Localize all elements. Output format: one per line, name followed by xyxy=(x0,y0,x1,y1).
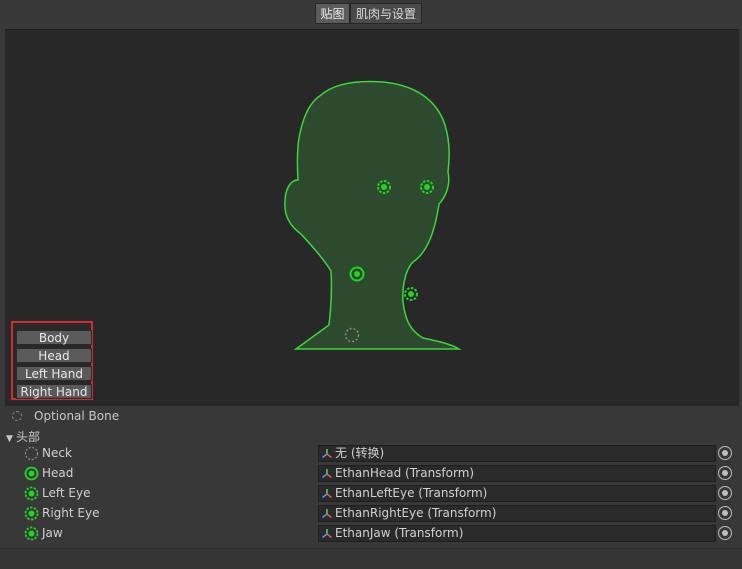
bone-name: Neck xyxy=(42,446,72,460)
object-picker-icon[interactable] xyxy=(718,486,732,500)
head-section-header[interactable]: ▼ 头部 xyxy=(6,428,40,444)
body-part-body-button[interactable]: Body xyxy=(16,330,92,345)
optional-bone-icon xyxy=(24,526,39,541)
optional-bone-icon xyxy=(24,506,39,521)
bone-transform-value: EthanRightEye (Transform) xyxy=(335,506,497,520)
object-picker-icon[interactable] xyxy=(718,446,732,460)
avatar-viewport: Body Head Left Hand Right Hand xyxy=(5,29,739,407)
object-picker-icon[interactable] xyxy=(718,466,732,480)
bone-transform-value: EthanJaw (Transform) xyxy=(335,526,464,540)
bone-name: Left Eye xyxy=(42,486,91,500)
empty-bone-icon xyxy=(24,446,39,461)
tab-muscles-settings[interactable]: 肌肉与设置 xyxy=(350,3,422,24)
required-bone-icon xyxy=(24,466,39,481)
object-picker-icon[interactable] xyxy=(718,526,732,540)
bone-transform-value: 无 (转换) xyxy=(335,446,385,460)
transform-icon xyxy=(322,509,332,519)
optional-bone-icon xyxy=(24,486,39,501)
jaw-marker[interactable] xyxy=(404,287,418,301)
bone-row-neck: Neck 无 (转换) xyxy=(0,444,742,464)
bone-row-left-eye: Left Eye EthanLeftEye (Transform) xyxy=(0,484,742,504)
tab-mapping[interactable]: 贴图 xyxy=(315,3,350,24)
bone-transform-field[interactable]: EthanLeftEye (Transform) xyxy=(318,485,716,502)
bone-row-right-eye: Right Eye EthanRightEye (Transform) xyxy=(0,504,742,524)
bone-transform-field[interactable]: EthanHead (Transform) xyxy=(318,465,716,482)
bone-transform-field[interactable]: EthanJaw (Transform) xyxy=(318,525,716,542)
head-silhouette xyxy=(284,80,462,350)
bone-transform-value: EthanHead (Transform) xyxy=(335,466,475,480)
optional-bone-legend-icon xyxy=(12,411,22,421)
bone-mapping-panel: Optional Bone ▼ 头部 Neck 无 (转换) Head Etha… xyxy=(0,406,742,568)
bone-name: Jaw xyxy=(42,526,63,540)
bone-row-jaw: Jaw EthanJaw (Transform) xyxy=(0,524,742,544)
bone-name: Head xyxy=(42,466,74,480)
body-part-left-hand-button[interactable]: Left Hand xyxy=(16,366,92,381)
bone-name: Right Eye xyxy=(42,506,100,520)
object-picker-icon[interactable] xyxy=(718,506,732,520)
optional-bone-legend-label: Optional Bone xyxy=(34,409,120,423)
head-silhouette-view xyxy=(284,80,462,350)
body-part-selector: Body Head Left Hand Right Hand xyxy=(11,321,93,400)
bone-transform-value: EthanLeftEye (Transform) xyxy=(335,486,488,500)
bone-transform-field[interactable]: EthanRightEye (Transform) xyxy=(318,505,716,522)
body-part-head-button[interactable]: Head xyxy=(16,348,92,363)
bone-transform-field[interactable]: 无 (转换) xyxy=(318,445,716,462)
transform-icon xyxy=(322,469,332,479)
transform-icon xyxy=(322,529,332,539)
expand-triangle-icon[interactable]: ▼ xyxy=(6,434,16,444)
transform-icon xyxy=(322,489,332,499)
transform-icon xyxy=(322,449,332,459)
bone-row-head: Head EthanHead (Transform) xyxy=(0,464,742,484)
body-part-right-hand-button[interactable]: Right Hand xyxy=(16,384,92,399)
bottom-bar xyxy=(0,548,742,569)
section-title: 头部 xyxy=(16,430,41,444)
tab-bar: 贴图 肌肉与设置 xyxy=(0,0,742,28)
